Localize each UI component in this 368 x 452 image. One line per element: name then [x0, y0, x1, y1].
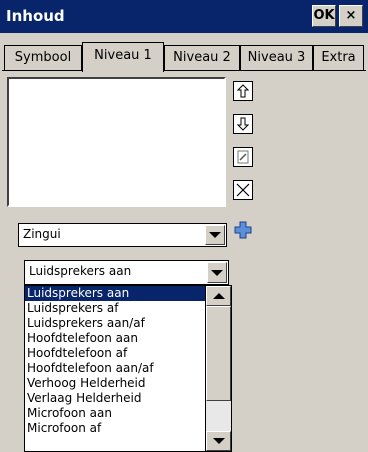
title-bar: Inhoud OK × [0, 0, 368, 33]
list-item[interactable]: Luidsprekers af [25, 301, 205, 316]
list-item[interactable]: Verhoog Helderheid [25, 376, 205, 391]
dropdown-scrollbar[interactable] [205, 286, 231, 451]
tab-extra[interactable]: Extra [313, 45, 364, 71]
category-combo-value: Zingui [23, 227, 61, 241]
delete-x-icon [236, 183, 250, 197]
chevron-down-icon [211, 269, 223, 276]
list-item[interactable]: Luidsprekers aan [25, 286, 205, 301]
edit-button[interactable] [233, 147, 253, 167]
list-item[interactable]: Hoofdtelefoon aan [25, 331, 205, 346]
arrow-up-icon [237, 84, 249, 98]
move-up-button[interactable] [233, 81, 253, 101]
action-dropdown-list[interactable]: Luidsprekers aan Luidsprekers af Luidspr… [24, 285, 232, 452]
action-combo-value: Luidsprekers aan [29, 264, 132, 278]
tab-niveau-3[interactable]: Niveau 3 [240, 45, 313, 71]
scroll-thumb[interactable] [206, 306, 231, 401]
category-combo[interactable]: Zingui [18, 223, 227, 247]
list-item[interactable]: Hoofdtelefoon af [25, 346, 205, 361]
scroll-up-icon [212, 293, 225, 299]
tab-niveau-2[interactable]: Niveau 2 [164, 45, 240, 71]
tab-niveau-1[interactable]: Niveau 1 [82, 42, 164, 72]
scroll-down-icon [212, 438, 225, 444]
delete-button[interactable] [233, 180, 253, 200]
ok-button[interactable]: OK [312, 5, 336, 27]
move-down-button[interactable] [233, 114, 253, 134]
list-item[interactable]: Microfoon aan [25, 406, 205, 421]
category-combo-arrow[interactable] [205, 225, 225, 245]
add-button[interactable] [233, 220, 253, 240]
edit-document-icon [237, 150, 249, 164]
close-button[interactable]: × [339, 5, 363, 27]
add-plus-icon [234, 221, 252, 239]
list-item[interactable]: Verlaag Helderheid [25, 391, 205, 406]
list-item[interactable]: Hoofdtelefoon aan/af [25, 361, 205, 376]
action-combo[interactable]: Luidsprekers aan [24, 260, 229, 285]
tab-symbool[interactable]: Symbool [4, 45, 82, 71]
scroll-up-button[interactable] [206, 286, 231, 306]
arrow-down-icon [237, 117, 249, 131]
items-listbox[interactable] [7, 77, 226, 207]
chevron-down-icon [209, 232, 221, 238]
scroll-down-button[interactable] [206, 431, 231, 451]
list-item[interactable]: Microfoon af [25, 421, 205, 436]
action-combo-arrow[interactable] [207, 262, 227, 283]
list-item[interactable]: Luidsprekers aan/af [25, 316, 205, 331]
window-title: Inhoud [6, 7, 65, 25]
